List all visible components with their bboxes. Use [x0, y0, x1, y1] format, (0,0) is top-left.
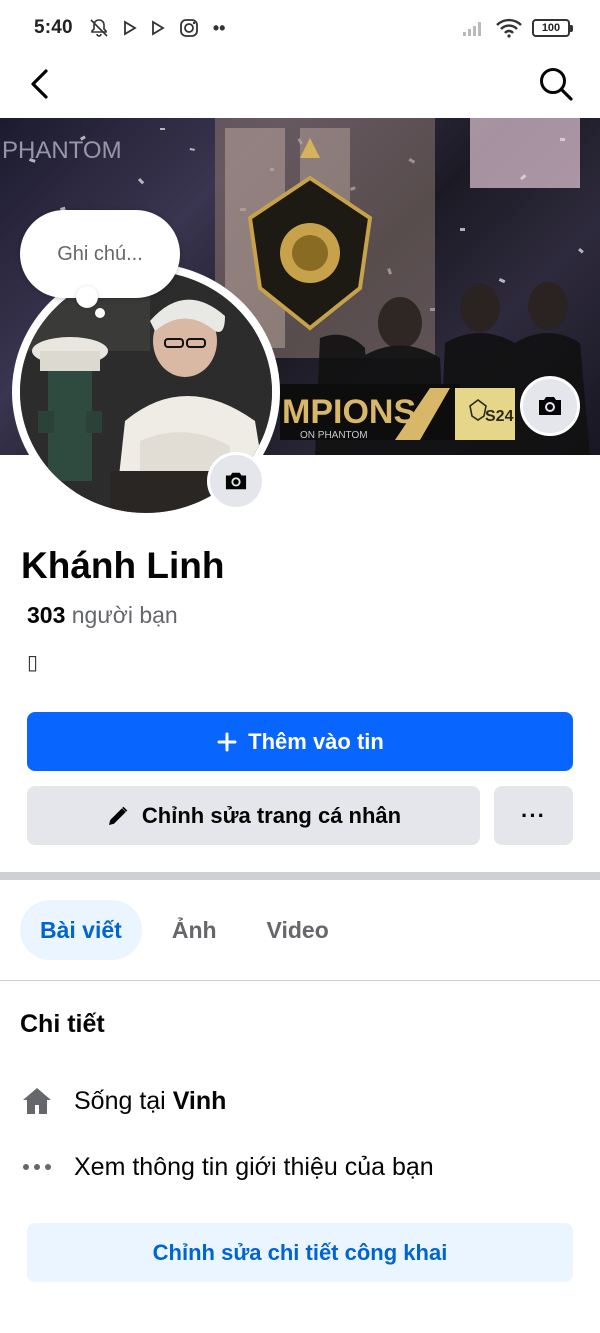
cover-camera-button[interactable]	[520, 376, 580, 436]
details-title: Chi tiết	[20, 1010, 105, 1038]
instagram-icon	[179, 19, 198, 37]
more-options-button[interactable]: ···	[494, 786, 573, 845]
notification-icons: ••	[89, 17, 226, 39]
tab-posts[interactable]: Bài viết	[20, 900, 142, 960]
cover-watermark-text: PHANTOM	[2, 137, 122, 164]
lives-in-text: Sống tại Vinh	[74, 1087, 226, 1116]
cover-banner-text: MPIONS	[282, 393, 416, 431]
edit-profile-label: Chỉnh sửa trang cá nhân	[141, 802, 402, 828]
friends-number: 303	[27, 602, 66, 628]
section-divider	[0, 872, 600, 880]
more-notifications-icon: ••	[212, 17, 226, 38]
lives-in-city: Vinh	[172, 1086, 227, 1115]
camera-icon	[539, 397, 561, 415]
search-icon[interactable]	[536, 64, 576, 104]
tab-posts-label: Bài viết	[40, 916, 122, 943]
profile-name: Khánh Linh	[21, 545, 225, 586]
bio-text: ▯	[27, 652, 39, 674]
status-bar: 5:40 •• 100	[0, 0, 600, 56]
tabs-divider	[0, 980, 600, 981]
wifi-icon	[496, 18, 522, 38]
play-store-icon-2	[151, 20, 165, 36]
pencil-icon	[108, 806, 128, 825]
friends-label: người bạn	[71, 602, 178, 628]
edit-public-label: Chỉnh sửa chi tiết công khai	[152, 1239, 448, 1265]
edit-profile-button[interactable]: Chỉnh sửa trang cá nhân	[27, 786, 480, 845]
ellipsis-icon	[20, 1150, 54, 1184]
avatar-camera-button[interactable]	[207, 452, 265, 510]
see-about-text: Xem thông tin giới thiệu của bạn	[74, 1152, 434, 1181]
edit-public-details-button[interactable]: Chỉnh sửa chi tiết công khai	[27, 1223, 573, 1282]
tab-video[interactable]: Video	[247, 900, 349, 960]
lives-in-prefix: Sống tại	[74, 1086, 166, 1115]
camera-icon	[225, 472, 247, 490]
more-dots-icon: ···	[521, 802, 546, 828]
add-to-story-label: Thêm vào tin	[248, 728, 384, 754]
nav-bar	[0, 56, 600, 118]
cover-banner-sub: ON PHANTOM	[300, 430, 368, 441]
tab-video-label: Video	[266, 916, 329, 943]
play-store-icon	[123, 20, 137, 36]
detail-see-about[interactable]: Xem thông tin giới thiệu của bạn	[20, 1150, 434, 1184]
profile-tabs: Bài viết Ảnh Video	[20, 900, 349, 960]
detail-lives-in[interactable]: Sống tại Vinh	[20, 1084, 226, 1118]
add-to-story-button[interactable]: Thêm vào tin	[27, 712, 573, 771]
note-bubble[interactable]: Ghi chú...	[20, 210, 180, 298]
tab-photos-label: Ảnh	[171, 916, 217, 943]
status-right: 100	[462, 18, 573, 38]
muted-bell-icon	[90, 19, 108, 37]
plus-icon	[217, 732, 237, 751]
tab-photos[interactable]: Ảnh	[152, 900, 237, 960]
back-arrow-icon[interactable]	[24, 66, 60, 102]
friends-count[interactable]: 303 người bạn	[27, 602, 178, 629]
note-placeholder: Ghi chú...	[57, 242, 143, 265]
signal-icon	[463, 22, 481, 36]
status-left: 5:40 ••	[34, 17, 225, 39]
note-bubble-tail-small	[95, 308, 105, 318]
note-bubble-tail	[76, 286, 98, 308]
home-icon	[20, 1084, 54, 1118]
battery-level: 100	[541, 22, 561, 34]
battery-icon: 100	[532, 19, 573, 37]
status-time: 5:40	[34, 17, 73, 38]
cover-season-badge: S24	[485, 408, 514, 425]
